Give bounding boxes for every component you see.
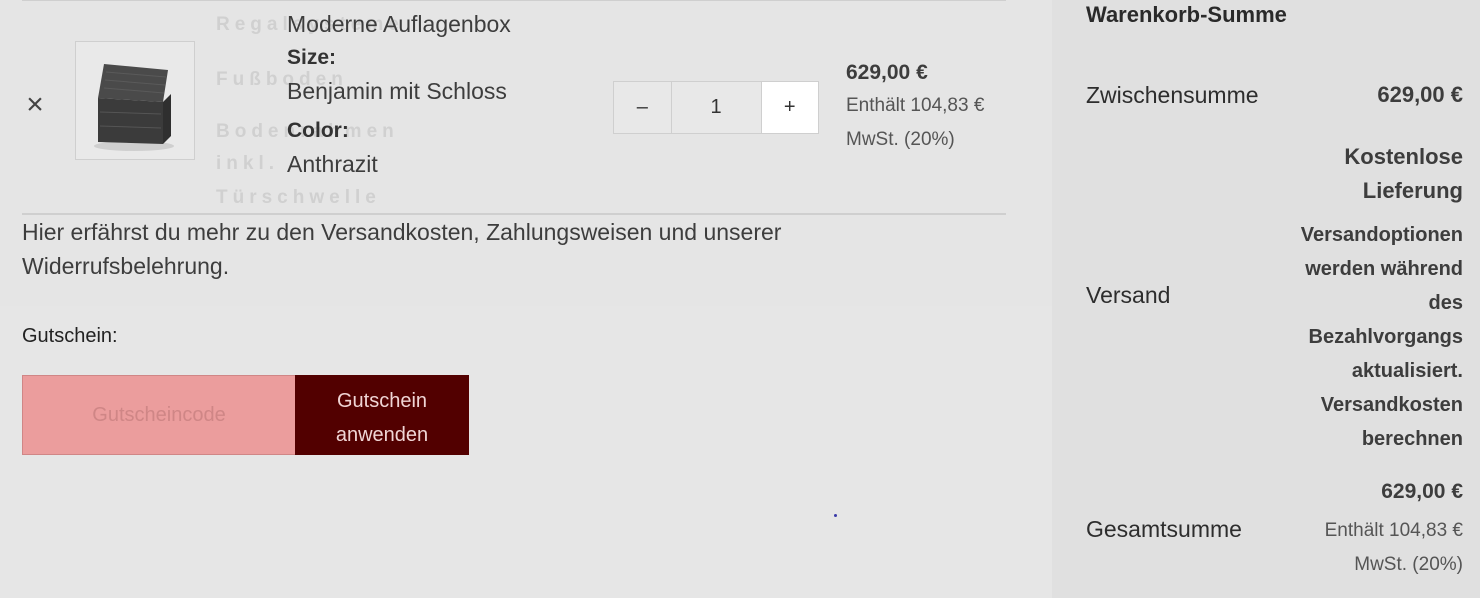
shipping-note: Versandoptionen werden während des Bezah… bbox=[1263, 218, 1463, 456]
ghost-menu-item: Türschwelle bbox=[216, 187, 381, 208]
coupon-label: Gutschein: bbox=[22, 325, 118, 347]
apply-coupon-label-line1: Gutschein bbox=[336, 390, 428, 412]
shipping-free-line: Lieferung bbox=[1362, 178, 1463, 203]
cart-table: × Regalsysteme Fußboden Bodenrahmen inkl… bbox=[0, 0, 1052, 306]
shipping-free-line: Kostenlose bbox=[1344, 144, 1463, 169]
shipping-calculator-line: berechnen bbox=[1361, 428, 1463, 450]
cursor-dot bbox=[834, 514, 837, 517]
divider bbox=[22, 0, 1006, 1]
total-tax-line: Enthält 104,83 € bbox=[1324, 520, 1463, 541]
item-tax-rate: MwSt. (20%) bbox=[846, 129, 955, 150]
shipping-free-option: Kostenlose Lieferung bbox=[1263, 140, 1463, 208]
apply-coupon-button[interactable]: Gutschein anwenden bbox=[295, 375, 469, 455]
total-label: Gesamtsumme bbox=[1086, 516, 1242, 542]
size-value: Benjamin mit Schloss bbox=[287, 78, 507, 104]
item-price: 629,00 € bbox=[846, 61, 928, 84]
cart-totals-title: Warenkorb-Summe bbox=[1086, 2, 1287, 27]
quantity-stepper: – + bbox=[613, 81, 819, 134]
cart-area: × Regalsysteme Fußboden Bodenrahmen inkl… bbox=[0, 0, 1052, 598]
item-tax-line: Enthält 104,83 € bbox=[846, 95, 985, 116]
shipping-note-line: werden während bbox=[1305, 258, 1463, 280]
quantity-input[interactable] bbox=[671, 82, 761, 133]
shipping-label: Versand bbox=[1086, 282, 1171, 308]
total-value: 629,00 € bbox=[1381, 480, 1463, 503]
total-tax-line: MwSt. (20%) bbox=[1354, 554, 1463, 575]
item-subtotal: 629,00 € Enthält 104,83 € MwSt. (20%) bbox=[846, 56, 1016, 157]
shipping-calculator-line: Versandkosten bbox=[1320, 394, 1463, 416]
shipping-note-line: Versandoptionen bbox=[1300, 224, 1463, 246]
subtotal-value: 629,00 € bbox=[1377, 82, 1463, 107]
coupon-code-input[interactable] bbox=[22, 375, 296, 455]
color-label: Color: bbox=[287, 119, 349, 142]
cart-totals-panel: Warenkorb-Summe Zwischensumme 629,00 € K… bbox=[1052, 0, 1480, 598]
ghost-menu-item: inkl. bbox=[216, 153, 280, 174]
shipping-note-line: des bbox=[1428, 292, 1463, 314]
shipping-note-line: Bezahlvorgangs bbox=[1308, 326, 1463, 348]
shipping-calculator-link[interactable]: Versandkosten berechnen bbox=[1263, 388, 1463, 456]
shipping-info-text[interactable]: Hier erfährst du mehr zu den Versandkost… bbox=[22, 215, 842, 283]
product-name[interactable]: Moderne Auflagenbox bbox=[287, 8, 587, 41]
quantity-decrease-button[interactable]: – bbox=[614, 82, 672, 133]
shipping-note-line: aktualisiert. bbox=[1351, 360, 1463, 382]
subtotal-label: Zwischensumme bbox=[1086, 82, 1259, 108]
product-thumbnail[interactable] bbox=[75, 41, 195, 160]
size-label: Size: bbox=[287, 46, 337, 69]
product-details: Moderne Auflagenbox Size: Benjamin mit S… bbox=[287, 8, 587, 181]
total-tax-note: Enthält 104,83 € MwSt. (20%) bbox=[1263, 514, 1463, 582]
color-value: Anthrazit bbox=[287, 151, 378, 177]
remove-item-icon[interactable]: × bbox=[22, 88, 48, 122]
quantity-increase-button[interactable]: + bbox=[760, 82, 818, 133]
apply-coupon-label-line2: anwenden bbox=[335, 424, 429, 446]
